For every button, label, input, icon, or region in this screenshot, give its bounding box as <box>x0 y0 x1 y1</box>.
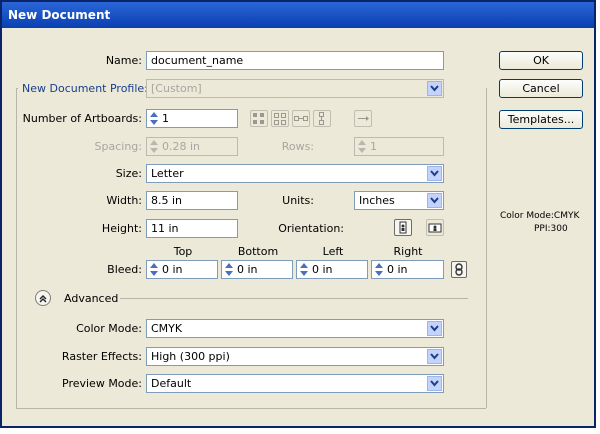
chevron-down-icon <box>427 81 442 96</box>
color-mode-info: Color Mode:CMYK <box>500 211 580 221</box>
size-label: Size: <box>115 167 142 180</box>
bleed-right-stepper[interactable]: 0 in <box>371 260 444 279</box>
stepper-arrows-icon[interactable] <box>224 262 234 277</box>
chevron-down-icon <box>427 376 442 391</box>
stepper-arrows-icon[interactable] <box>374 262 384 277</box>
cancel-button[interactable]: Cancel <box>499 79 583 98</box>
ppi-info: PPI:300 <box>534 224 568 234</box>
bleed-bottom-value: 0 in <box>237 263 258 276</box>
bleed-bottom-stepper[interactable]: 0 in <box>221 260 293 279</box>
templates-button[interactable]: Templates... <box>499 110 583 129</box>
stepper-arrows-icon[interactable] <box>149 111 159 126</box>
arrange-by-column-icon[interactable] <box>313 110 331 127</box>
profile-group-border-right <box>486 88 487 408</box>
bleed-label: Bleed: <box>107 263 142 276</box>
artboards-label: Number of Artboards: <box>22 112 142 125</box>
spacing-label: Spacing: <box>94 140 142 153</box>
height-input[interactable]: 11 in <box>146 219 238 238</box>
spacing-value: 0.28 in <box>162 140 201 153</box>
color-mode-select[interactable]: CMYK <box>146 319 444 338</box>
width-input[interactable]: 8.5 in <box>146 191 238 210</box>
stepper-arrows-icon[interactable] <box>299 262 309 277</box>
artboards-value: 1 <box>162 112 169 125</box>
preview-mode-label: Preview Mode: <box>62 377 142 390</box>
chevron-down-icon <box>427 349 442 364</box>
color-mode-value: CMYK <box>151 322 183 335</box>
artboards-stepper[interactable]: 1 <box>146 109 238 128</box>
bleed-right-heading: Right <box>393 245 423 258</box>
units-value: Inches <box>359 194 395 207</box>
bleed-top-stepper[interactable]: 0 in <box>146 260 218 279</box>
preview-mode-select[interactable]: Default <box>146 374 444 393</box>
portrait-icon[interactable] <box>394 219 412 236</box>
raster-effects-select[interactable]: High (300 ppi) <box>146 347 444 366</box>
expand-chevron-icon[interactable] <box>35 290 51 306</box>
raster-effects-value: High (300 ppi) <box>151 350 230 363</box>
stepper-arrows-icon[interactable] <box>357 139 367 154</box>
rows-label: Rows: <box>281 140 314 153</box>
height-label: Height: <box>101 222 142 235</box>
units-select[interactable]: Inches <box>354 191 444 210</box>
profile-group-border-left <box>16 88 17 408</box>
bleed-left-heading: Left <box>322 245 344 258</box>
advanced-divider <box>120 298 468 299</box>
name-label: Name: <box>105 54 142 67</box>
advanced-label: Advanced <box>64 292 119 305</box>
bleed-top-heading: Top <box>173 245 193 258</box>
chevron-down-icon <box>427 193 442 208</box>
profile-group-border-bottom <box>16 408 486 409</box>
bleed-bottom-heading: Bottom <box>237 245 279 258</box>
bleed-right-value: 0 in <box>387 263 408 276</box>
landscape-icon[interactable] <box>426 219 444 236</box>
units-label: Units: <box>282 194 314 207</box>
raster-effects-label: Raster Effects: <box>61 350 142 363</box>
link-bleed-icon[interactable] <box>451 261 467 278</box>
rows-value: 1 <box>370 140 377 153</box>
chevron-down-icon <box>427 321 442 336</box>
width-label: Width: <box>106 194 142 207</box>
dialog-title: New Document <box>2 2 594 28</box>
stepper-arrows-icon[interactable] <box>149 139 159 154</box>
bleed-left-value: 0 in <box>312 263 333 276</box>
size-select[interactable]: Letter <box>146 164 444 183</box>
profile-label: New Document Profile: <box>22 82 148 95</box>
grid-by-column-icon[interactable] <box>271 110 289 127</box>
spacing-stepper[interactable]: 0.28 in <box>146 137 238 156</box>
right-to-left-icon[interactable] <box>354 110 372 127</box>
orientation-label: Orientation: <box>278 222 344 235</box>
color-mode-label: Color Mode: <box>76 322 142 335</box>
stepper-arrows-icon[interactable] <box>149 262 159 277</box>
ok-button[interactable]: OK <box>499 51 583 70</box>
preview-mode-value: Default <box>151 377 192 390</box>
profile-select[interactable]: [Custom] <box>146 79 444 98</box>
rows-stepper[interactable]: 1 <box>354 137 444 156</box>
chevron-down-icon <box>427 166 442 181</box>
size-value: Letter <box>151 167 184 180</box>
profile-value: [Custom] <box>151 82 202 95</box>
bleed-left-stepper[interactable]: 0 in <box>296 260 368 279</box>
new-document-dialog: New Document Name: document_name New Doc… <box>0 0 596 428</box>
bleed-top-value: 0 in <box>162 263 183 276</box>
name-input[interactable]: document_name <box>146 51 444 70</box>
arrange-by-row-icon[interactable] <box>292 110 310 127</box>
grid-by-row-icon[interactable] <box>250 110 268 127</box>
